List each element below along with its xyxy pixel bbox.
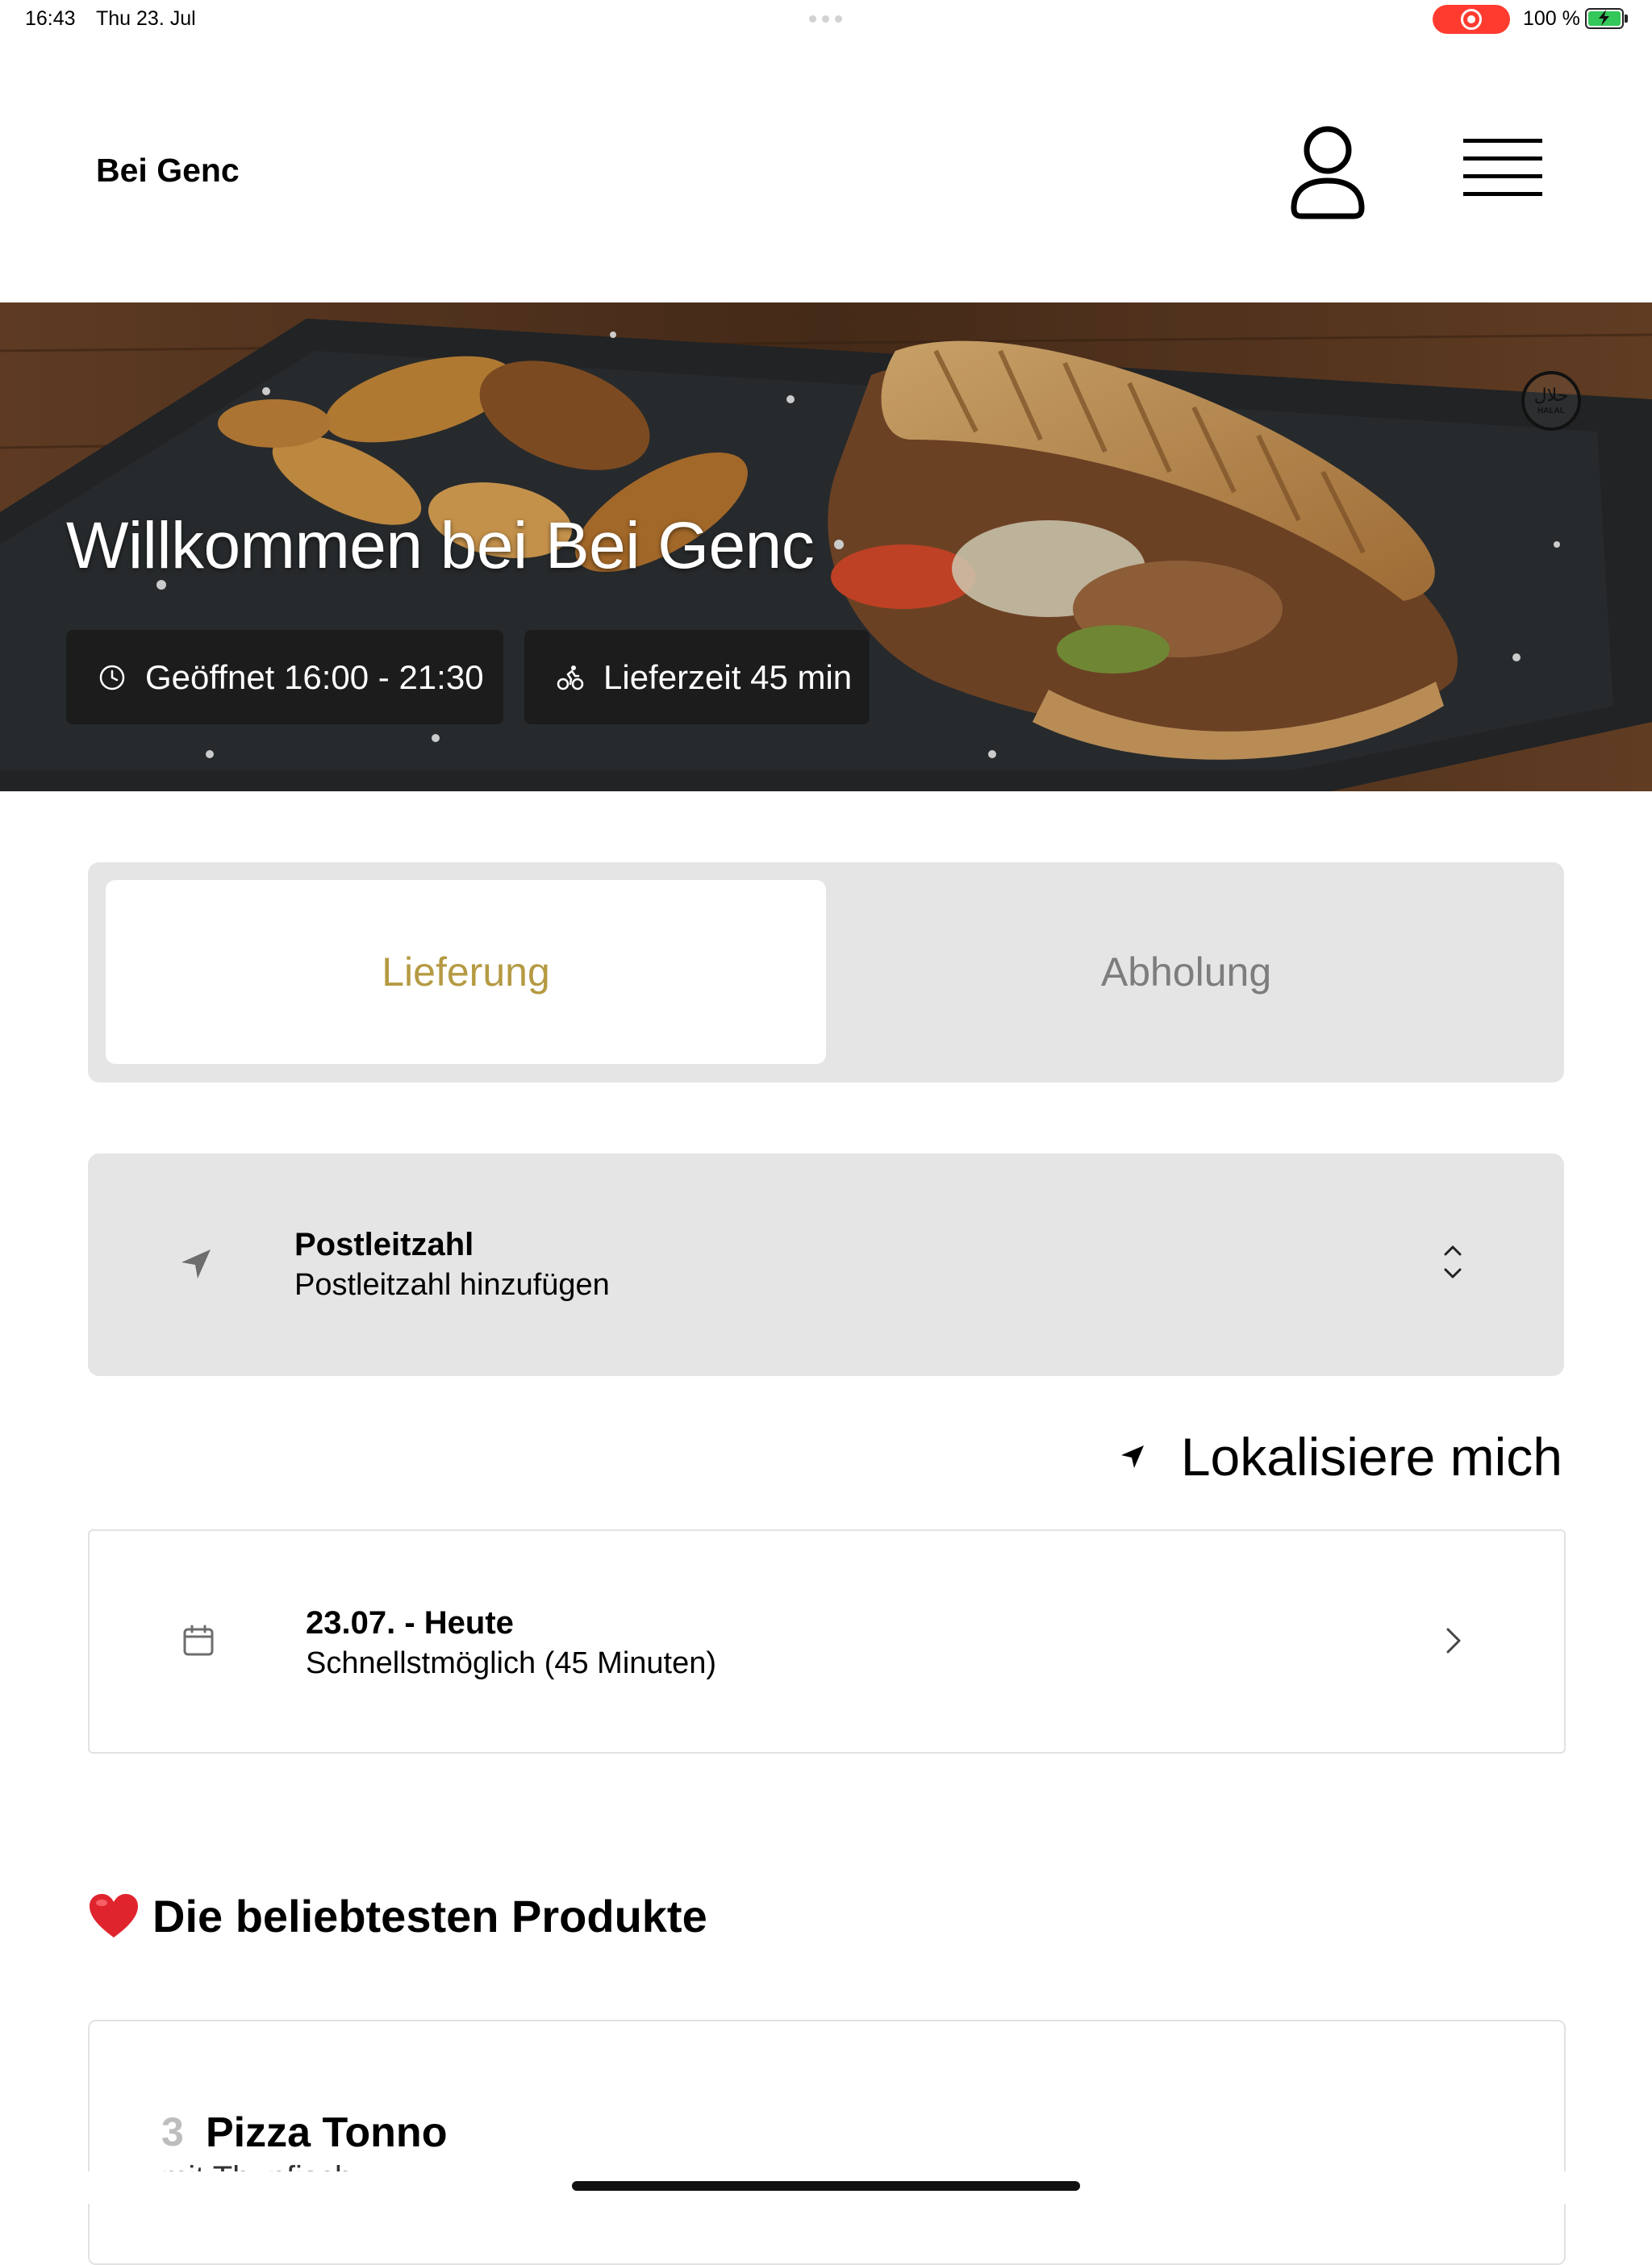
product-rank: 3 [161,2109,184,2154]
delivery-time-badge: Lieferzeit 45 min [524,630,870,724]
locate-me-button[interactable]: Lokalisiere mich [1120,1426,1562,1487]
delivery-time-text: Lieferzeit 45 min [603,657,853,696]
postal-code-selector[interactable]: Postleitzahl Postleitzahl hinzufügen [88,1153,1564,1376]
halal-badge-arabic: حلال [1533,385,1569,406]
delivery-date-selector[interactable]: 23.07. - Heute Schnellstmöglich (45 Minu… [88,1529,1566,1754]
opening-hours-badge: Geöffnet 16:00 - 21:30 [66,630,503,724]
order-mode-toggle: Lieferung Abholung [88,862,1564,1082]
screen-recording-icon[interactable] [1433,5,1510,34]
halal-badge-icon: حلال HALAL [1521,371,1581,431]
hero-title: Willkommen bei Bei Genc [66,509,815,582]
tab-delivery[interactable]: Lieferung [106,880,826,1064]
multitasking-dots-icon[interactable] [809,15,842,23]
heart-icon [88,1892,140,1941]
battery-percentage: 100 % [1523,7,1580,30]
clock-icon [98,664,126,691]
hamburger-menu-icon [1463,139,1542,196]
locate-me-label: Lokalisiere mich [1180,1427,1562,1487]
postal-code-placeholder: Postleitzahl hinzufügen [294,1268,610,1302]
location-arrow-icon [178,1246,214,1286]
chevron-right-icon [1445,1626,1462,1659]
bicycle-courier-icon [557,664,584,691]
calendar-icon [181,1624,215,1662]
delivery-date-value: Schnellstmöglich (45 Minuten) [306,1646,717,1680]
popular-products-heading: Die beliebtesten Produkte [88,1890,707,1942]
product-card[interactable]: 3 Pizza Tonno mit Thunfisch [88,2020,1566,2265]
chevron-up-down-icon [1443,1244,1462,1285]
app-title: Bei Genc [96,152,240,189]
battery-charging-icon [1585,8,1628,29]
popular-products-title: Die beliebtesten Produkte [152,1891,707,1942]
tab-pickup[interactable]: Abholung [826,880,1546,1064]
opening-hours-text: Geöffnet 16:00 - 21:30 [145,657,484,696]
home-indicator[interactable] [572,2181,1080,2191]
location-arrow-icon [1120,1444,1145,1470]
postal-code-label: Postleitzahl [294,1227,474,1262]
halal-badge-label: HALAL [1537,406,1565,415]
delivery-date-label: 23.07. - Heute [306,1605,514,1641]
account-button[interactable] [1287,124,1368,221]
status-time: 16:43 [25,7,76,30]
hero-banner: حلال HALAL Willkommen bei Bei Genc Geöff… [0,302,1652,791]
status-bar: 16:43 Thu 23. Jul 100 % [0,0,1652,39]
product-name: Pizza Tonno [206,2109,448,2156]
person-outline-icon [1291,126,1365,219]
menu-button[interactable] [1457,132,1546,213]
status-date: Thu 23. Jul [96,7,196,30]
